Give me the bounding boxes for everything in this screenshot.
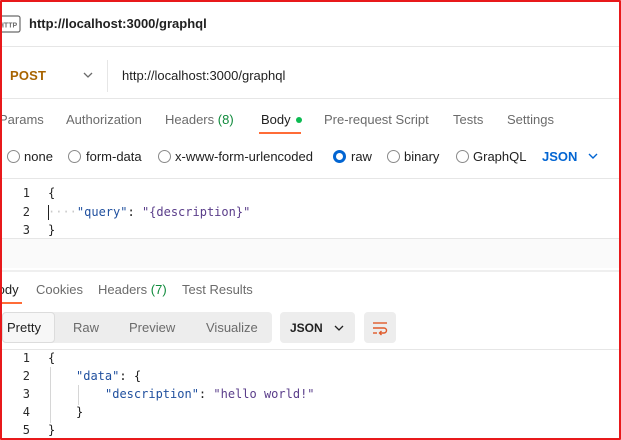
pane-divider[interactable] (2, 270, 619, 272)
json-value: "hello world!" (213, 387, 315, 401)
json-value: "{description}" (141, 205, 251, 219)
json-key: "data" (76, 369, 120, 383)
wrap-lines-icon (373, 322, 388, 336)
json-bracket: { (133, 369, 142, 383)
code-line: "data": { (76, 369, 141, 383)
tab-count: (8) (217, 112, 234, 127)
divider (2, 178, 619, 179)
divider (2, 46, 619, 47)
json-separator: : (127, 205, 142, 219)
svg-text:HTTP: HTTP (2, 23, 17, 30)
tab-settings[interactable]: Settings (507, 112, 554, 127)
tab-label: Body (261, 112, 291, 127)
line-number: 1 (22, 351, 30, 365)
tab-params[interactable]: Params (0, 112, 44, 127)
radio-label-form-data: form-data (86, 149, 142, 164)
response-tab-headers[interactable]: Headers (7) (98, 282, 167, 297)
divider (107, 60, 108, 92)
method-select[interactable]: POST (10, 68, 46, 83)
url-input[interactable]: http://localhost:3000/graphql (122, 68, 285, 83)
line-number: 3 (22, 387, 30, 401)
tab-authorization[interactable]: Authorization (66, 112, 142, 127)
request-title: http://localhost:3000/graphql (29, 16, 207, 31)
tab-body[interactable]: Body (261, 112, 302, 127)
radio-binary[interactable] (387, 150, 400, 163)
tab-pre-request-script[interactable]: Pre-request Script (324, 112, 429, 127)
http-request-icon: HTTP (2, 15, 21, 33)
indent-guide (50, 367, 51, 423)
json-separator: : (198, 387, 214, 401)
tab-label: Params (0, 112, 44, 127)
raw-format-select[interactable]: JSON (542, 149, 577, 164)
chevron-down-icon[interactable] (82, 68, 94, 82)
radio-label-graphql: GraphQL (473, 149, 527, 164)
line-number: 4 (22, 405, 30, 419)
json-separator: : (119, 369, 134, 383)
tab-label: Authorization (66, 112, 142, 127)
radio-raw[interactable] (333, 150, 346, 163)
code-line: ····"query": "{description}" (48, 205, 251, 219)
tab-label: Pre-request Script (324, 112, 429, 127)
response-format-label: JSON (290, 321, 323, 335)
tab-tests[interactable]: Tests (453, 112, 483, 127)
json-key: "description" (105, 387, 199, 401)
code-line: } (76, 405, 84, 419)
code-line: { (48, 351, 56, 365)
tab-headers[interactable]: Headers (8) (165, 112, 234, 127)
tab-label: Headers (165, 112, 215, 127)
radio-graphql[interactable] (456, 150, 469, 163)
response-tab-body[interactable]: Body (2, 282, 19, 297)
view-visualize-button[interactable]: Visualize (206, 320, 258, 335)
active-tab-indicator (2, 302, 22, 304)
line-number: 3 (22, 223, 30, 237)
radio-form-data[interactable] (68, 150, 81, 163)
line-number: 2 (22, 205, 30, 219)
active-tab-indicator (259, 132, 301, 134)
status-dot-icon (295, 116, 302, 123)
tab-count: (7) (150, 282, 167, 297)
radio-x-www-form-urlencoded[interactable] (158, 150, 171, 163)
chevron-down-icon (334, 325, 344, 331)
divider (2, 349, 619, 350)
radio-label-x-www-form-urlencoded: x-www-form-urlencoded (175, 149, 313, 164)
indent-guide (78, 385, 79, 405)
radio-label-binary: binary (404, 149, 440, 164)
chevron-down-icon[interactable] (587, 150, 599, 162)
line-number: 1 (22, 186, 30, 200)
tab-label: Tests (453, 112, 484, 127)
view-preview-button[interactable]: Preview (129, 320, 175, 335)
tab-label: Settings (507, 112, 554, 127)
code-line: } (48, 423, 56, 437)
editor-footer (2, 238, 619, 268)
line-number: 2 (22, 369, 30, 383)
code-line: { (48, 186, 56, 200)
json-key: "query" (76, 205, 128, 219)
tab-label: Headers (98, 282, 148, 297)
code-line: } (48, 223, 56, 237)
response-tab-cookies[interactable]: Cookies (36, 282, 83, 297)
app-window: HTTP http://localhost:3000/graphql POST … (0, 0, 621, 440)
view-pretty-button[interactable]: Pretty (7, 320, 41, 335)
divider (2, 98, 619, 99)
line-number: 5 (22, 423, 30, 437)
code-line: "description": "hello world!" (105, 387, 315, 401)
radio-none[interactable] (7, 150, 20, 163)
response-tab-test-results[interactable]: Test Results (182, 282, 253, 297)
wrap-lines-button[interactable] (364, 312, 396, 343)
view-raw-button[interactable]: Raw (73, 320, 99, 335)
radio-label-raw: raw (351, 149, 372, 164)
radio-label-none: none (24, 149, 53, 164)
